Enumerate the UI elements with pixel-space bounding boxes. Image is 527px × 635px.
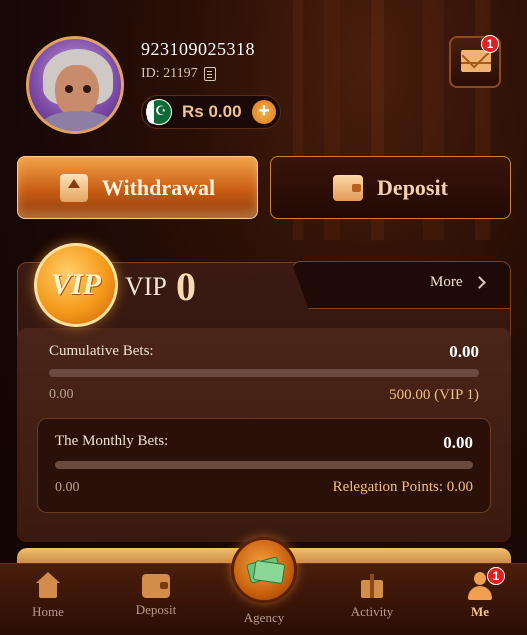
avatar-eye — [83, 85, 91, 93]
user-id-row: ID: 21197 — [141, 66, 216, 82]
vip-coin-icon: VIP — [34, 243, 118, 327]
add-funds-button[interactable]: + — [252, 100, 276, 124]
monthly-bets-value: 0.00 — [443, 433, 473, 452]
vip-level: 0 — [176, 264, 196, 309]
nav-agency-label: Agency — [243, 610, 285, 625]
cumulative-target: 500.00 (VIP 1) — [389, 387, 479, 403]
withdrawal-label: Withdrawal — [101, 174, 216, 200]
more-label: More — [430, 274, 463, 290]
chevron-right-icon — [472, 276, 486, 289]
vip-title: VIP — [125, 272, 167, 301]
balance-amount: Rs 0.00 — [182, 102, 242, 121]
nav-agency-button[interactable] — [231, 537, 297, 603]
me-badge: 1 — [487, 567, 505, 585]
nav-me-label: Me — [470, 604, 490, 619]
cumulative-bets-value: 0.00 — [449, 342, 479, 361]
mail-badge: 1 — [481, 35, 499, 53]
pakistan-flag-icon — [146, 99, 172, 125]
wallet-icon — [333, 174, 364, 201]
cumulative-bets-label: Cumulative Bets: — [49, 343, 154, 359]
user-phone: 923109025318 — [141, 39, 255, 59]
withdrawal-button[interactable]: Withdrawal — [17, 156, 258, 219]
nav-deposit[interactable]: Deposit — [121, 572, 191, 618]
mail-button[interactable]: 1 — [449, 35, 501, 88]
deposit-button[interactable]: Deposit — [270, 156, 511, 219]
envelope-icon — [461, 50, 491, 72]
monthly-progress-bar — [55, 461, 473, 469]
avatar-shoulder — [39, 111, 117, 131]
monthly-bets-label: The Monthly Bets: — [55, 433, 169, 449]
cumulative-min: 0.00 — [49, 387, 74, 402]
withdraw-icon — [59, 173, 88, 202]
copy-icon[interactable] — [203, 67, 216, 81]
deposit-label: Deposit — [377, 174, 448, 200]
nav-me[interactable]: Me — [445, 572, 515, 620]
relegation-points: Relegation Points: 0.00 — [332, 479, 473, 495]
nav-home[interactable]: Home — [13, 572, 83, 620]
user-id: ID: 21197 — [141, 66, 198, 81]
avatar-face — [55, 65, 99, 117]
nav-deposit-label: Deposit — [135, 602, 177, 617]
nav-activity-label: Activity — [350, 604, 394, 619]
balance-pill: Rs 0.00 + — [141, 95, 281, 129]
gift-icon — [358, 572, 386, 600]
money-icon — [248, 556, 282, 582]
home-icon — [34, 572, 62, 600]
wallet-icon — [142, 574, 170, 598]
monthly-min: 0.00 — [55, 480, 80, 495]
nav-home-label: Home — [32, 604, 64, 619]
vip-coin-text: VIP — [50, 268, 101, 301]
nav-activity[interactable]: Activity — [337, 572, 407, 620]
avatar[interactable] — [26, 36, 124, 134]
avatar-eye — [65, 85, 73, 93]
vip-more-link[interactable]: More — [430, 274, 486, 291]
cumulative-progress-bar — [49, 369, 479, 377]
